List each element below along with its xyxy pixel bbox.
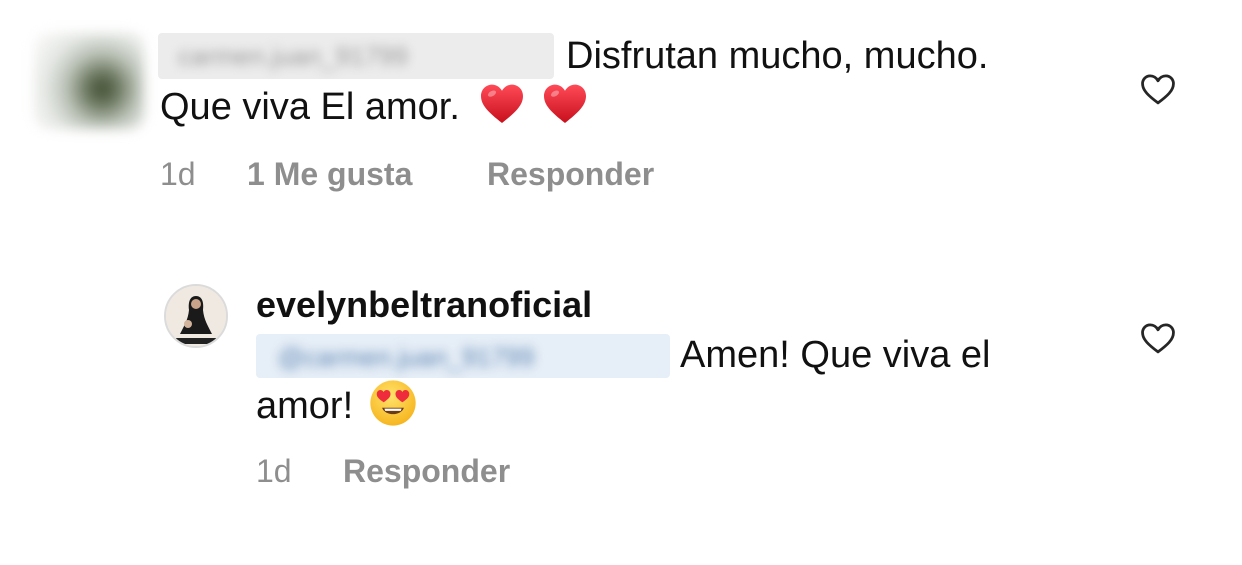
red-heart-emoji xyxy=(481,84,524,123)
reply-button[interactable]: Responder xyxy=(487,154,654,194)
avatar[interactable] xyxy=(34,33,144,129)
smiling-face-with-heart-eyes-emoji xyxy=(370,380,416,426)
comment-text-line1: Disfrutan mucho, mucho. xyxy=(566,35,989,77)
reply-username[interactable]: evelynbeltranoficial xyxy=(256,283,592,327)
reply-text-line2: amor! xyxy=(256,378,418,431)
likes-count-link[interactable]: 1 Me gusta xyxy=(247,154,412,194)
mention-blurred[interactable]: @carmen.juan_91799 xyxy=(256,334,670,378)
comment-text: Que viva El amor. xyxy=(160,86,460,128)
heart-outline-icon[interactable] xyxy=(1139,321,1177,355)
reply-button[interactable]: Responder xyxy=(343,451,510,491)
username-blurred[interactable]: carmen.juan_91799 xyxy=(158,33,554,79)
heart-outline-icon[interactable] xyxy=(1139,72,1177,106)
avatar[interactable] xyxy=(164,284,228,348)
comment-text-line2: Que viva El amor. xyxy=(160,80,589,132)
reply-text: amor! xyxy=(256,385,354,427)
comment-timestamp: 1d xyxy=(160,156,196,192)
reply-timestamp: 1d xyxy=(256,453,292,489)
avatar-photo xyxy=(166,286,226,346)
red-heart-emoji xyxy=(544,84,587,123)
reply-text-line1: Amen! Que viva el xyxy=(680,334,991,376)
